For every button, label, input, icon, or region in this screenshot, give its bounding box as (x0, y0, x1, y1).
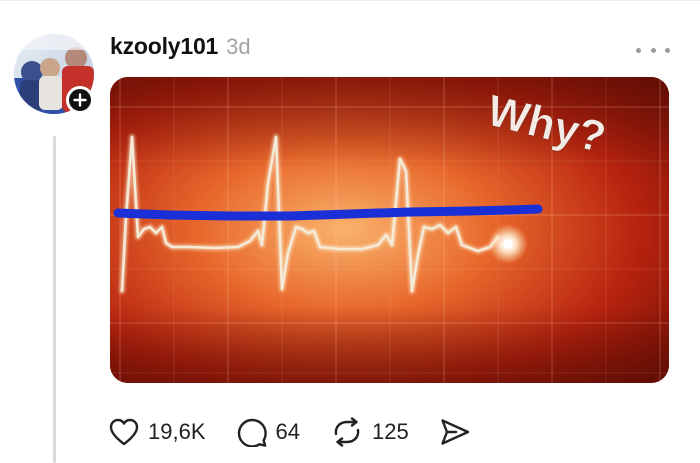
post-timestamp: 3d (226, 34, 251, 59)
repost-count: 125 (371, 419, 409, 444)
heart-icon (108, 417, 140, 447)
post-actions: 19,6K 64 125 (108, 413, 501, 451)
author-avatar[interactable] (14, 34, 94, 114)
more-horizontal-icon (636, 47, 641, 53)
post-image[interactable]: Why? (110, 77, 669, 383)
plus-icon (73, 93, 87, 107)
follow-button[interactable] (66, 86, 94, 114)
speech-bubble-icon (236, 417, 268, 447)
like-button[interactable]: 19,6K (108, 417, 206, 447)
post-header: kzooly101 3d (110, 33, 251, 63)
top-divider (0, 0, 700, 1)
like-count: 19,6K (148, 419, 206, 444)
author-username[interactable]: kzooly101 (110, 33, 218, 60)
reply-count: 64 (275, 419, 300, 444)
send-icon (439, 417, 471, 447)
thread-line (53, 136, 56, 463)
repost-icon (330, 417, 364, 447)
share-button[interactable] (439, 417, 471, 447)
more-options-button[interactable] (636, 40, 670, 60)
reply-button[interactable]: 64 (236, 417, 300, 447)
repost-button[interactable]: 125 (330, 417, 409, 447)
